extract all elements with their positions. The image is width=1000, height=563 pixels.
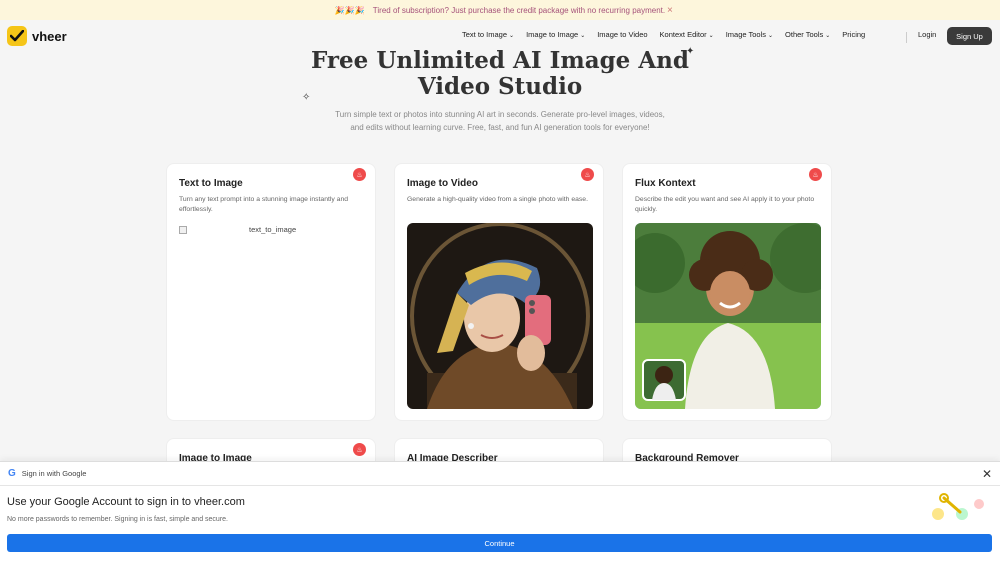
hero-subtitle: Turn simple text or photos into stunning… <box>335 110 665 132</box>
card-title: Image to Video <box>407 178 478 189</box>
menu-image-to-image[interactable]: Image to Image ⌄ <box>526 30 585 39</box>
logo[interactable]: vheer <box>7 26 67 46</box>
nav-divider <box>906 32 907 43</box>
google-signin-prompt: G Sign in with Google ✕ Use your Google … <box>0 461 1000 563</box>
continue-button[interactable]: Continue <box>7 534 992 552</box>
hot-icon: ♨ <box>581 168 594 181</box>
menu-text-to-image[interactable]: Text to Image ⌄ <box>462 30 514 39</box>
card-text-to-image[interactable]: ♨ Text to Image Turn any text prompt int… <box>166 163 376 421</box>
card-description: Turn any text prompt into a stunning ima… <box>179 196 349 213</box>
broken-image: text_to_image <box>179 225 296 234</box>
image-alt-text: text_to_image <box>249 225 297 234</box>
google-prompt-title: Use your Google Account to sign in to vh… <box>7 496 245 508</box>
card-image-pearl-earring-girl <box>407 223 593 409</box>
promo-text: Tired of subscription? Just purchase the… <box>372 5 666 15</box>
chevron-down-icon: ⌄ <box>708 33 714 39</box>
chevron-down-icon: ⌄ <box>825 33 831 39</box>
party-icon: 🎉🎉🎉 <box>334 5 365 15</box>
card-flux-kontext[interactable]: ♨ Flux Kontext Describe the edit you wan… <box>622 163 832 421</box>
page-title: Free Unlimited AI Image And Video Studio <box>311 47 689 100</box>
hot-icon: ♨ <box>353 443 366 456</box>
card-image-curly-hair-guy <box>635 223 821 409</box>
google-icon: G <box>8 468 16 479</box>
chevron-down-icon: ⌄ <box>509 33 515 39</box>
main-menu: Text to Image ⌄ Image to Image ⌄ Image to … <box>462 30 877 39</box>
chevron-down-icon: ⌄ <box>768 33 774 39</box>
google-header-text: Sign in with Google <box>21 469 87 478</box>
signup-button[interactable]: Sign Up <box>947 27 992 45</box>
logo-text: vheer <box>32 28 67 44</box>
hot-icon: ♨ <box>353 168 366 181</box>
logo-check-icon <box>7 26 27 46</box>
promo-banner: 🎉🎉🎉 Tired of subscription? Just purchase… <box>0 0 1000 20</box>
card-image-to-video[interactable]: ♨ Image to Video Generate a high-quality… <box>394 163 604 421</box>
card-description: Describe the edit you want and see AI ap… <box>635 196 815 213</box>
menu-image-to-video[interactable]: Image to Video <box>597 30 647 39</box>
google-prompt-description: No more passwords to remember. Signing i… <box>7 516 228 523</box>
google-prompt-header: G Sign in with Google ✕ <box>0 462 1000 486</box>
broken-image-icon <box>179 225 187 234</box>
close-icon[interactable]: ✕ <box>982 467 992 481</box>
key-illustration-icon <box>926 492 988 526</box>
sparkle-outline-icon: ✧ <box>302 92 311 103</box>
sparkle-icon: ✦ <box>686 46 695 57</box>
menu-pricing[interactable]: Pricing <box>842 30 865 39</box>
card-title: Text to Image <box>179 178 243 189</box>
card-title: Flux Kontext <box>635 178 696 189</box>
chevron-down-icon: ⌄ <box>580 33 586 39</box>
menu-image-tools[interactable]: Image Tools ⌄ <box>726 30 773 39</box>
promo-close-icon[interactable]: × <box>667 5 673 16</box>
login-link[interactable]: Login <box>918 30 936 39</box>
card-description: Generate a high-quality video from a sin… <box>407 196 588 203</box>
menu-other-tools[interactable]: Other Tools ⌄ <box>785 30 830 39</box>
hot-icon: ♨ <box>809 168 822 181</box>
menu-kontext-editor[interactable]: Kontext Editor ⌄ <box>660 30 714 39</box>
